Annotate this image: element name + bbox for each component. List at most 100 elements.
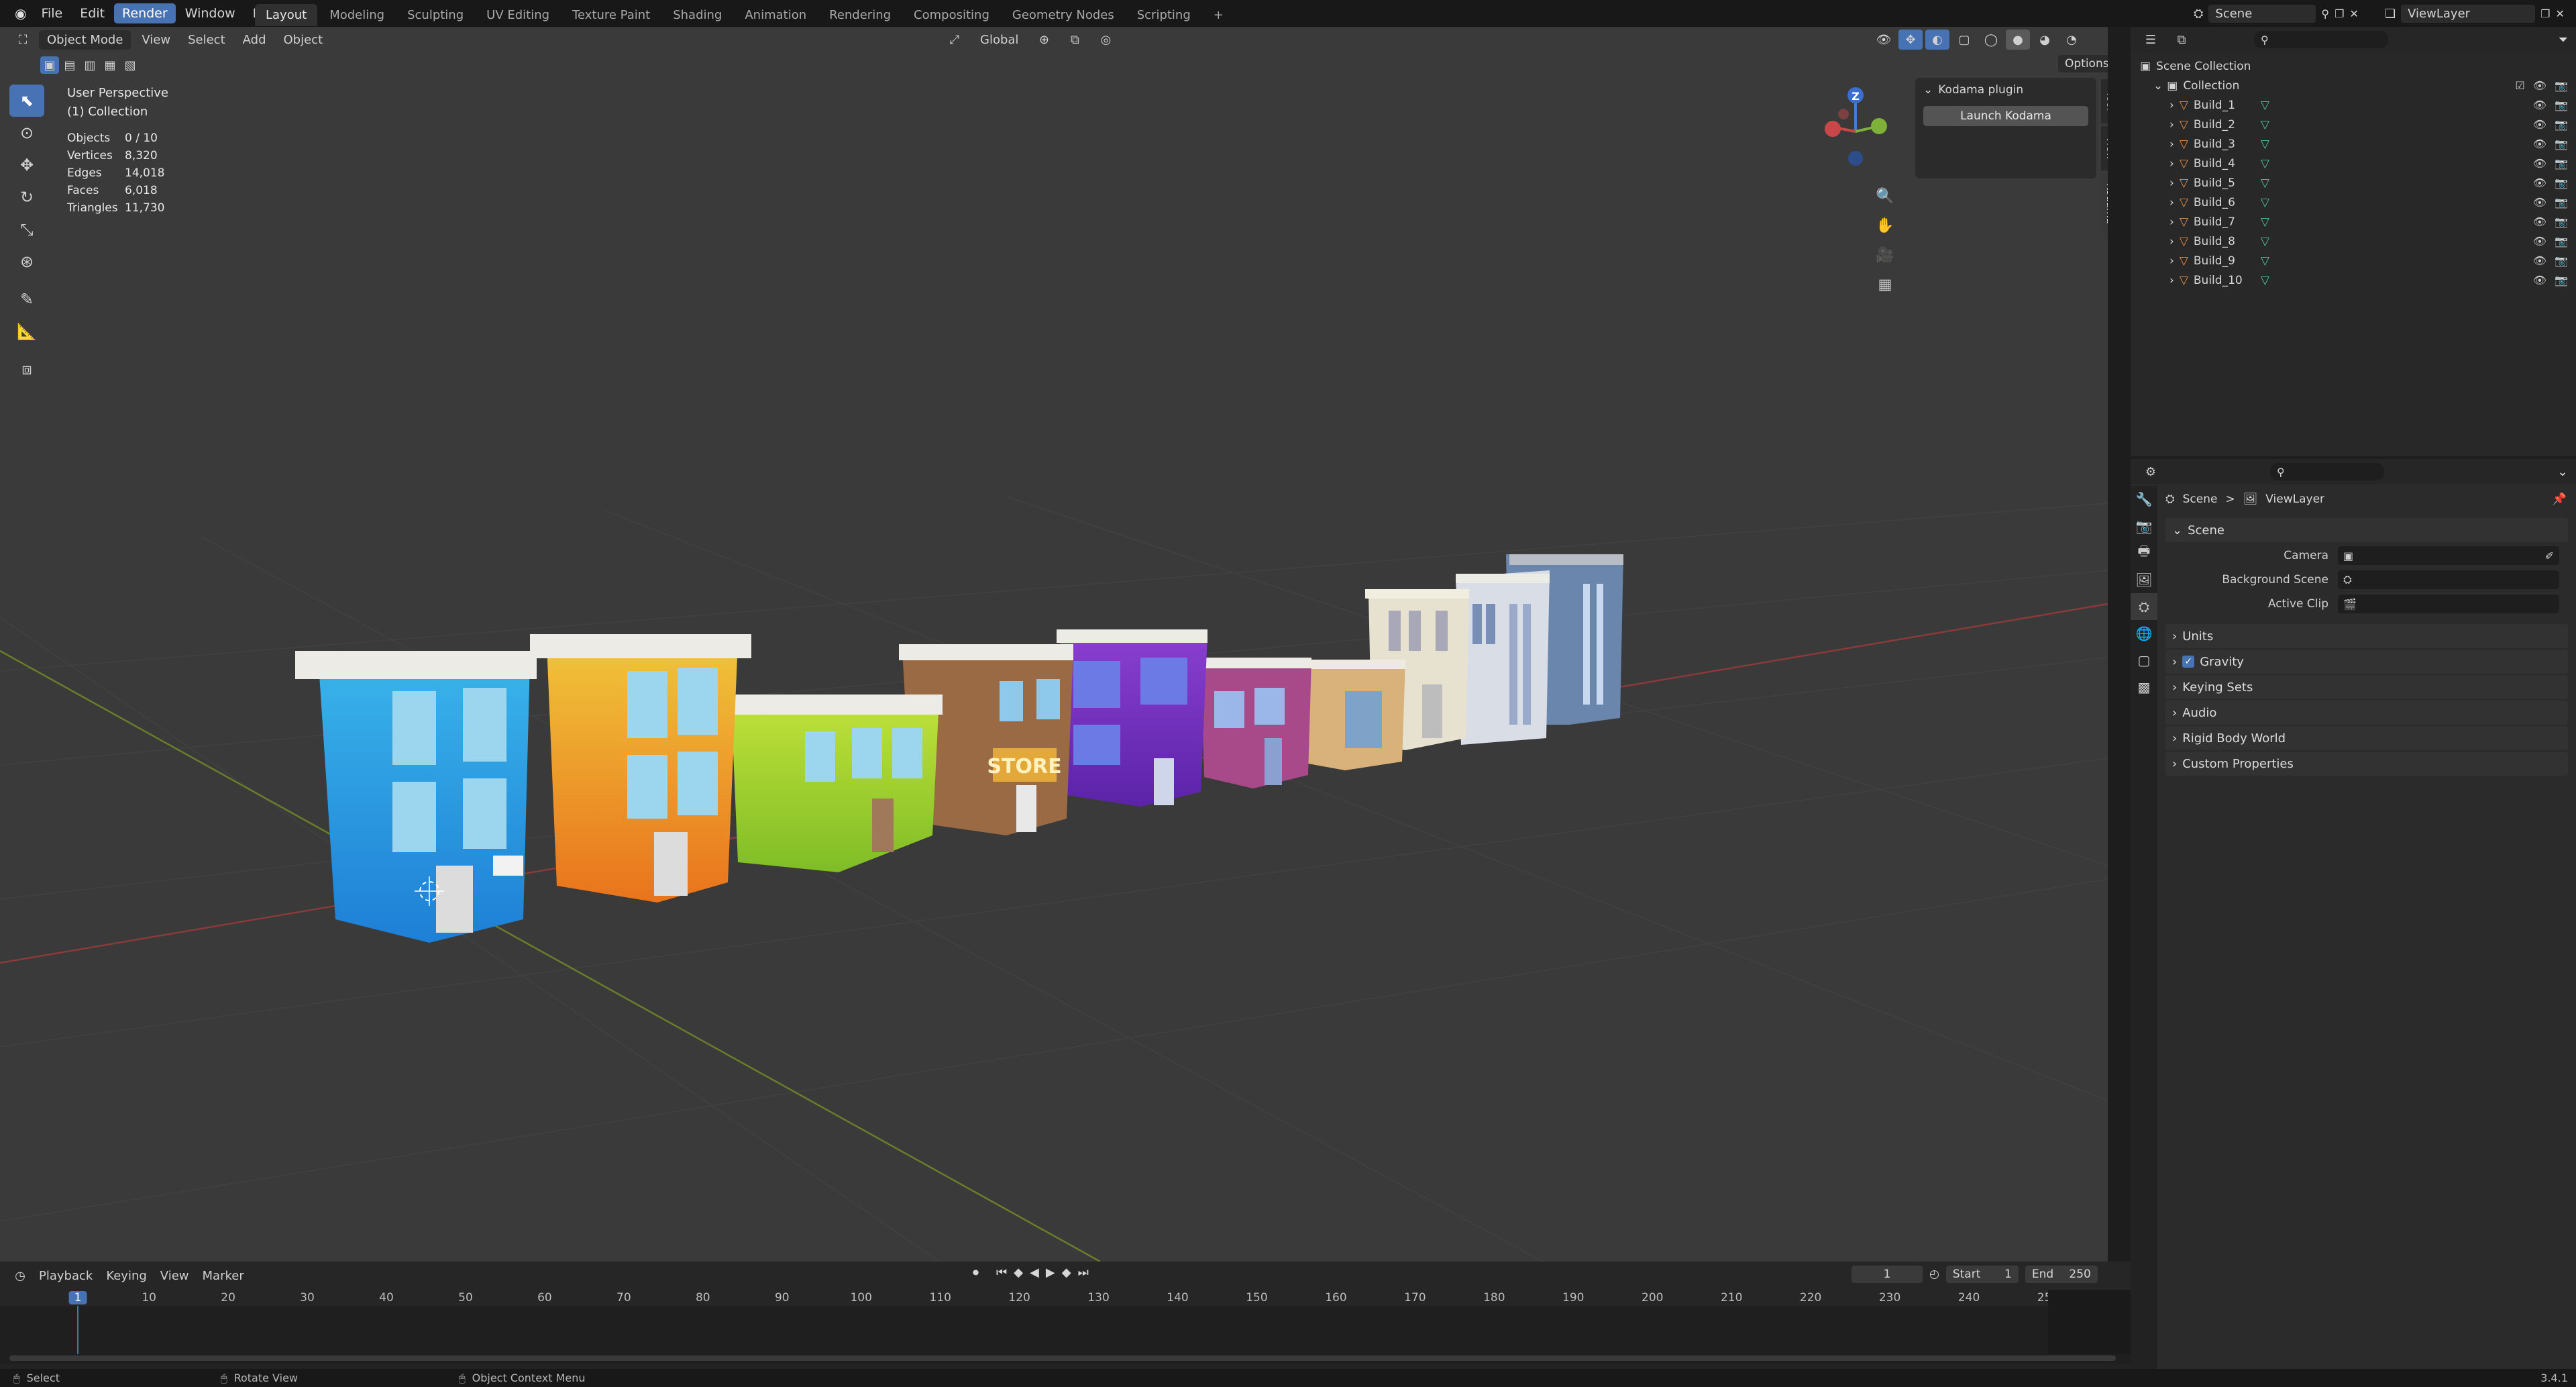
blender-logo-icon[interactable]: ◉: [9, 5, 32, 21]
outliner-item[interactable]: › ▽ Build_10 ▽ 👁 📷: [2131, 270, 2576, 290]
audio-panel-header[interactable]: › Audio: [2165, 701, 2568, 725]
eye-icon[interactable]: 👁: [2533, 254, 2546, 267]
keying-sets-panel-header[interactable]: › Keying Sets: [2165, 675, 2568, 699]
options-dropdown[interactable]: Options: [2058, 55, 2108, 72]
filter-icon[interactable]: ⏷: [2559, 33, 2568, 47]
render-properties-icon[interactable]: 📷: [2131, 513, 2157, 540]
tab-geometry-nodes[interactable]: Geometry Nodes: [1002, 4, 1125, 26]
eye-icon[interactable]: 👁: [2533, 138, 2546, 150]
collection-properties-icon[interactable]: ▢: [2131, 647, 2157, 674]
tab-shading[interactable]: Shading: [662, 4, 733, 26]
eye-icon[interactable]: 👁: [2533, 274, 2546, 287]
menu-window[interactable]: Window: [177, 3, 244, 23]
camera-icon[interactable]: 📷: [2555, 215, 2568, 228]
scene-collection-row[interactable]: ▣ Scene Collection: [2131, 56, 2576, 76]
3d-viewport[interactable]: STORE Z ⛶ Object Mode View Select Add Ob…: [0, 27, 2108, 1262]
rigid-body-world-panel-header[interactable]: › Rigid Body World: [2165, 726, 2568, 750]
world-properties-icon[interactable]: 🌐: [2131, 620, 2157, 647]
eye-icon[interactable]: 👁: [2533, 235, 2546, 248]
next-keyframe-icon[interactable]: ◆: [1062, 1266, 1071, 1280]
solid-shading-icon[interactable]: ●: [2006, 30, 2030, 50]
menu-add[interactable]: Add: [236, 30, 273, 50]
end-frame-field[interactable]: End 250: [2025, 1266, 2098, 1283]
tab-kodama[interactable]: Kodama: [2101, 173, 2108, 234]
copy-layer-icon[interactable]: ❐: [2540, 7, 2550, 20]
build-5[interactable]: [1057, 629, 1208, 807]
playhead-frame-label[interactable]: 1: [68, 1291, 87, 1304]
output-properties-icon[interactable]: 🖶: [2131, 540, 2157, 566]
tab-view[interactable]: View: [2101, 126, 2108, 170]
camera-icon[interactable]: 📷: [2555, 196, 2568, 209]
play-icon[interactable]: ▶: [1046, 1266, 1055, 1280]
timeline-scrollbar[interactable]: [9, 1355, 2116, 1361]
add-cube-tool-icon[interactable]: ⧈: [9, 353, 44, 385]
visibility-icon[interactable]: 👁: [1872, 30, 1896, 50]
build-9[interactable]: [1456, 570, 1550, 745]
camera-icon[interactable]: 📷: [2555, 274, 2568, 287]
overlay-toggle-icon[interactable]: ◐: [1925, 30, 1949, 50]
eye-icon[interactable]: 👁: [2533, 118, 2546, 131]
move-tool-icon[interactable]: ✥: [9, 149, 44, 181]
camera-icon[interactable]: 📷: [2555, 118, 2568, 131]
camera-icon[interactable]: 📷: [2555, 157, 2568, 170]
start-frame-field[interactable]: Start 1: [1945, 1266, 2019, 1283]
view-layer-properties-icon[interactable]: 🖼: [2131, 566, 2157, 593]
menu-playback[interactable]: Playback: [32, 1266, 99, 1286]
menu-render[interactable]: Render: [114, 3, 176, 23]
jump-end-icon[interactable]: ⏭: [1078, 1266, 1089, 1280]
camera-icon[interactable]: 📷: [2555, 99, 2568, 111]
camera-icon[interactable]: 📷: [2555, 235, 2568, 248]
collection-row[interactable]: ⌄ ▣ Collection ☑ 👁 📷: [2131, 76, 2576, 95]
tool-settings-icon[interactable]: 🔧: [2131, 486, 2157, 513]
transform-tool-icon[interactable]: ⊛: [9, 246, 44, 278]
launch-kodama-button[interactable]: Launch Kodama: [1923, 106, 2088, 126]
properties-search-input[interactable]: ⚲: [2270, 463, 2384, 480]
annotate-tool-icon[interactable]: ✎: [9, 283, 44, 315]
material-shading-icon[interactable]: ◕: [2033, 30, 2057, 50]
close-icon[interactable]: ✕: [2555, 7, 2564, 20]
jump-start-icon[interactable]: ⏮: [996, 1266, 1007, 1280]
copy-scene-icon[interactable]: ❐: [2334, 7, 2344, 20]
menu-file[interactable]: File: [33, 3, 70, 23]
close-icon[interactable]: ✕: [2349, 7, 2358, 20]
tab-compositing[interactable]: Compositing: [903, 4, 1000, 26]
eye-icon[interactable]: 👁: [2533, 215, 2546, 228]
chevron-right-icon[interactable]: ›: [2169, 138, 2174, 151]
texture-properties-icon[interactable]: ▩: [2131, 674, 2157, 701]
navigation-gizmo[interactable]: Z: [1825, 87, 1887, 166]
chevron-right-icon[interactable]: ›: [2169, 157, 2174, 170]
menu-view[interactable]: View: [135, 30, 177, 50]
outliner-item[interactable]: › ▽ Build_7 ▽ 👁 📷: [2131, 212, 2576, 232]
proportional-edit-icon[interactable]: ◎: [1093, 30, 1118, 50]
tab-uv-editing[interactable]: UV Editing: [476, 4, 560, 26]
select-intersect-icon[interactable]: ▧: [121, 56, 140, 74]
chevron-right-icon[interactable]: ›: [2169, 196, 2174, 209]
rendered-shading-icon[interactable]: ◔: [2059, 30, 2084, 50]
build-7[interactable]: [1301, 660, 1405, 770]
camera-icon[interactable]: 📷: [2555, 79, 2568, 92]
menu-edit[interactable]: Edit: [72, 3, 113, 23]
orientation-dropdown[interactable]: Global: [973, 30, 1025, 50]
eye-icon[interactable]: 👁: [2533, 99, 2546, 111]
gravity-checkbox[interactable]: ✓: [2182, 656, 2195, 668]
menu-view[interactable]: View: [154, 1266, 196, 1286]
camera-icon[interactable]: 📷: [2555, 176, 2568, 189]
tab-texture-paint[interactable]: Texture Paint: [561, 4, 661, 26]
eye-icon[interactable]: 👁: [2533, 79, 2546, 92]
outliner-item[interactable]: › ▽ Build_9 ▽ 👁 📷: [2131, 251, 2576, 270]
chevron-right-icon[interactable]: ›: [2169, 254, 2174, 268]
xray-icon[interactable]: ▢: [1952, 30, 1976, 50]
checkbox-icon[interactable]: ☑: [2515, 79, 2524, 92]
eyedropper-icon[interactable]: ✐: [2545, 550, 2554, 562]
chevron-right-icon[interactable]: ›: [2169, 215, 2174, 229]
measure-tool-icon[interactable]: 📐: [9, 315, 44, 348]
tab-layout[interactable]: Layout: [255, 3, 318, 26]
viewport-scene[interactable]: STORE Z: [0, 27, 2108, 1262]
tab-scripting[interactable]: Scripting: [1126, 4, 1201, 26]
build-1[interactable]: [295, 651, 537, 943]
play-reverse-icon[interactable]: ◀: [1030, 1266, 1039, 1280]
current-frame-field[interactable]: 1: [1851, 1266, 1923, 1283]
camera-icon[interactable]: 📷: [2555, 254, 2568, 267]
chevron-right-icon[interactable]: ›: [2169, 274, 2174, 287]
select-box-tool-icon[interactable]: ⬉: [9, 85, 44, 117]
